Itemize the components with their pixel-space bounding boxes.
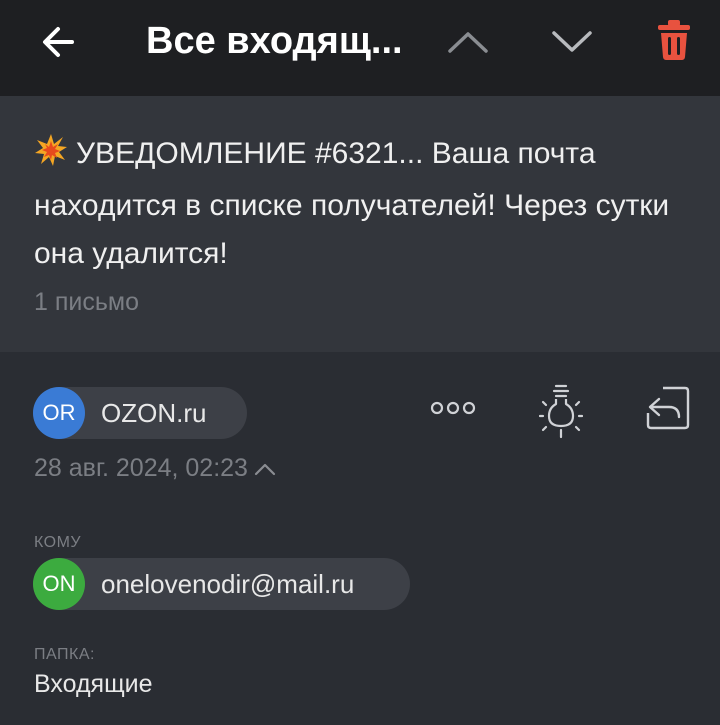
thread-header: УВЕДОМЛЕНИЕ #6321... Ваша почта находитс… — [0, 96, 720, 352]
more-dots-icon — [430, 401, 476, 415]
next-message-button[interactable] — [542, 14, 602, 70]
page-title: Все входящ... — [146, 20, 403, 62]
delete-button[interactable] — [644, 10, 704, 70]
reply-icon — [646, 386, 690, 430]
sender-avatar: OR — [33, 387, 85, 439]
top-bar: Все входящ... — [0, 0, 720, 96]
recipient-chip[interactable]: ON onelovenodir@mail.ru — [33, 558, 410, 610]
back-button[interactable] — [28, 14, 88, 70]
chevron-up-icon — [448, 32, 488, 53]
more-button[interactable] — [424, 388, 482, 428]
recipient-avatar: ON — [33, 558, 85, 610]
folder-value: Входящие — [34, 670, 153, 698]
thread-subject: УВЕДОМЛЕНИЕ #6321... Ваша почта находитс… — [34, 130, 694, 278]
lightbulb-icon — [539, 384, 583, 439]
to-label: КОМУ — [34, 534, 82, 551]
message-count: 1 письмо — [34, 288, 139, 316]
recipient-email: onelovenodir@mail.ru — [101, 568, 355, 599]
chevron-down-icon — [552, 31, 592, 52]
sender-chip[interactable]: OR OZON.ru — [33, 387, 247, 439]
previous-message-button[interactable] — [438, 14, 498, 70]
trash-icon — [658, 20, 690, 60]
message-details: OR OZON.ru 28 авг. 2024, 02:23 КОМУ ON o… — [0, 352, 720, 725]
message-date: 28 авг. 2024, 02:23 — [34, 454, 248, 482]
folder-label: ПАПКА: — [34, 646, 95, 663]
chevron-up-icon — [254, 463, 276, 475]
sender-name: OZON.ru — [101, 397, 207, 428]
reply-button[interactable] — [640, 382, 696, 434]
collision-icon — [34, 133, 68, 182]
message-date-toggle[interactable]: 28 авг. 2024, 02:23 — [34, 454, 276, 483]
arrow-left-icon — [43, 27, 74, 57]
subject-text: УВЕДОМЛЕНИЕ #6321... Ваша почта находитс… — [34, 137, 670, 270]
tips-button[interactable] — [534, 380, 588, 442]
email-view: Все входящ... УВЕДОМЛЕНИЕ #6321... Ваша … — [0, 0, 720, 725]
